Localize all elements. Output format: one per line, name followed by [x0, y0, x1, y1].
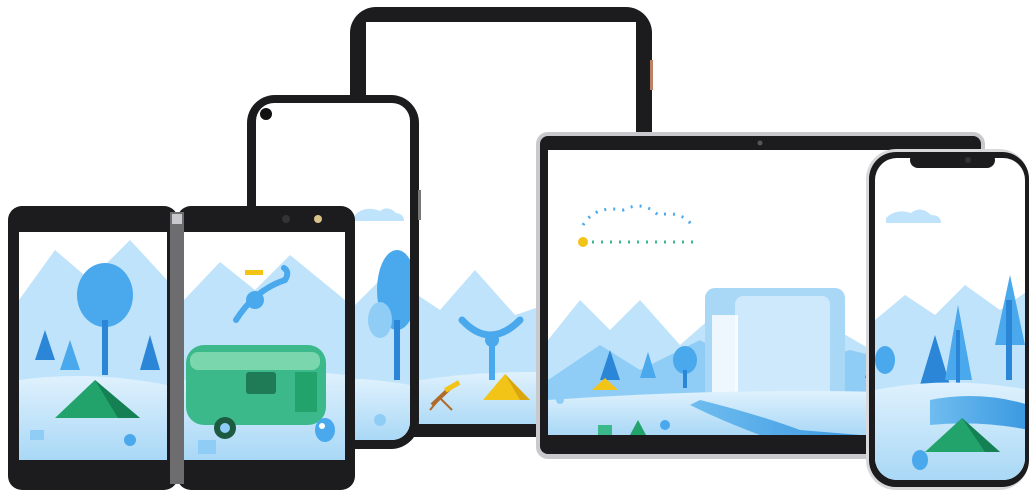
- foldable-right-screen-scene: [184, 255, 345, 460]
- device-showcase-scene: [0, 0, 1029, 492]
- foldable-device: [8, 206, 355, 490]
- notch-phone-device: [866, 149, 1029, 490]
- devices-illustration: [8, 7, 1029, 490]
- foldable-left-screen-scene: [19, 240, 167, 460]
